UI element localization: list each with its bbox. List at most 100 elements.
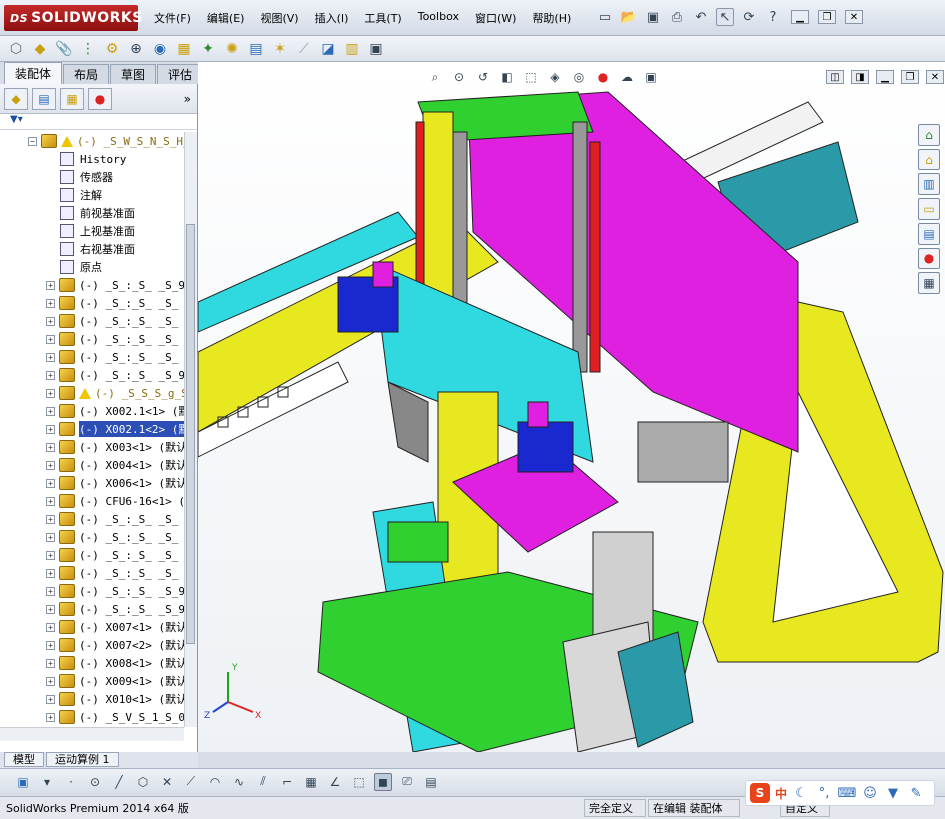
menu-item[interactable]: 帮助(H) bbox=[524, 10, 579, 26]
save-small-icon[interactable]: ▣ bbox=[14, 773, 32, 791]
collapse-icon[interactable]: − bbox=[28, 136, 37, 146]
tree-root[interactable]: − (-) _S_W_S_N_S_H_ bbox=[0, 132, 184, 150]
grid-icon[interactable]: ▦ bbox=[302, 773, 320, 791]
zoom-area-icon[interactable]: ⊙ bbox=[450, 69, 468, 85]
feature-tree-tab-icon[interactable]: ◆ bbox=[4, 87, 28, 110]
cm-tab[interactable]: 装配体 bbox=[4, 62, 63, 84]
viewport-restore-button[interactable]: ❐ bbox=[901, 70, 919, 84]
expand-icon[interactable]: + bbox=[46, 334, 55, 344]
sogou-logo-icon[interactable]: S bbox=[750, 783, 770, 803]
reference-geometry-icon[interactable]: ✦ bbox=[198, 39, 218, 59]
take-snapshot-icon[interactable]: ▣ bbox=[366, 39, 386, 59]
tree-item[interactable]: + (-) _S_V_S_1_S_0_ bbox=[0, 708, 184, 726]
tree-item[interactable]: + (-) _S_:_S_ _S_ bbox=[0, 330, 184, 348]
app-logo[interactable]: DS SOLIDWORKS bbox=[4, 5, 142, 31]
viewport-minimize-button[interactable]: ▁ bbox=[876, 70, 894, 84]
apply-scene-icon[interactable]: ☁ bbox=[618, 69, 636, 85]
circle-icon[interactable]: ⊙ bbox=[86, 773, 104, 791]
tree-item[interactable]: History bbox=[0, 150, 184, 168]
rebuild-icon[interactable]: ⟳ bbox=[740, 8, 758, 26]
tree-item[interactable]: + (-) _S_:_S_ _S_9_ bbox=[0, 276, 184, 294]
skin-icon[interactable]: ▼ bbox=[884, 784, 902, 802]
angle-icon[interactable]: ∠ bbox=[326, 773, 344, 791]
graphics-area[interactable]: Y X Z ⌕ ⊙ ↺ ◧ ⬚ ◈ ◎ ● ☁ ▣ ◫ ◨ ▁ ❐ ✕ bbox=[198, 62, 945, 752]
expand-icon[interactable]: + bbox=[46, 712, 55, 722]
expand-icon[interactable]: + bbox=[46, 442, 55, 452]
instant3d-icon[interactable]: ◪ bbox=[318, 39, 338, 59]
tree-horizontal-scrollbar[interactable] bbox=[0, 727, 184, 741]
tree-item[interactable]: + (-) X010<1> (默认 bbox=[0, 690, 184, 708]
viewport-link-icon[interactable]: ◨ bbox=[851, 70, 869, 84]
undo-icon[interactable]: ↶ bbox=[692, 8, 710, 26]
viewport-close-button[interactable]: ✕ bbox=[926, 70, 944, 84]
wrench-icon[interactable]: ✎ bbox=[907, 784, 925, 802]
menu-item[interactable]: 编辑(E) bbox=[199, 10, 253, 26]
expand-icon[interactable]: + bbox=[46, 370, 55, 380]
dropdown-icon[interactable]: ▾ bbox=[38, 773, 56, 791]
move-component-icon[interactable]: ⊕ bbox=[126, 39, 146, 59]
save-icon[interactable]: ▣ bbox=[644, 8, 662, 26]
file-explorer-icon[interactable]: ▥ bbox=[918, 173, 940, 196]
expand-icon[interactable]: + bbox=[46, 406, 55, 416]
cube-icon[interactable]: ⬚ bbox=[350, 773, 368, 791]
bill-of-materials-icon[interactable]: ▤ bbox=[246, 39, 266, 59]
expand-icon[interactable]: + bbox=[46, 424, 55, 434]
exploded-view-icon[interactable]: ✶ bbox=[270, 39, 290, 59]
open-folder-icon[interactable]: 📂 bbox=[620, 8, 638, 26]
previous-view-icon[interactable]: ↺ bbox=[474, 69, 492, 85]
expand-icon[interactable]: + bbox=[46, 298, 55, 308]
tree-item[interactable]: 传感器 bbox=[0, 168, 184, 186]
viewport-split-icon[interactable]: ◫ bbox=[826, 70, 844, 84]
tree-item[interactable]: + (-) _S_:_S_ _S_ bbox=[0, 312, 184, 330]
design-library-icon[interactable]: ⌂ bbox=[918, 148, 940, 171]
filter-icon[interactable]: ▼▾ bbox=[10, 114, 23, 125]
trim-icon[interactable]: ✕ bbox=[158, 773, 176, 791]
close-button[interactable]: ✕ bbox=[845, 10, 863, 24]
menu-item[interactable]: Toolbox bbox=[410, 10, 467, 26]
tree-item[interactable]: + (-) CFU6-16<1> ( bbox=[0, 492, 184, 510]
tree-item[interactable]: + (-) _S_:_S_ _S_ bbox=[0, 546, 184, 564]
expand-icon[interactable]: + bbox=[46, 388, 55, 398]
select-arrow-icon[interactable]: ↖ bbox=[716, 8, 734, 26]
tree-item[interactable]: 原点 bbox=[0, 258, 184, 276]
tree-item[interactable]: + (-) _S_:_S_ _S_9_ bbox=[0, 366, 184, 384]
view-palette-icon[interactable]: ▭ bbox=[918, 198, 940, 220]
point-icon[interactable]: · bbox=[62, 773, 80, 791]
tree-item[interactable]: + (-) _S_:_S_ _S_ bbox=[0, 528, 184, 546]
expand-icon[interactable]: + bbox=[46, 352, 55, 362]
expand-icon[interactable]: + bbox=[46, 622, 55, 632]
expand-icon[interactable]: + bbox=[46, 586, 55, 596]
punctuation-icon[interactable]: °, bbox=[815, 784, 833, 802]
extend-icon[interactable]: ⟋ bbox=[182, 773, 200, 791]
search-icon[interactable]: ▤ bbox=[918, 222, 940, 245]
camera-icon[interactable]: ⎚ bbox=[398, 773, 416, 791]
tree-item[interactable]: + (-) X002.1<1> (默 bbox=[0, 402, 184, 420]
filter-bar[interactable]: ▼▾ bbox=[0, 114, 197, 130]
tree-item[interactable]: + (-) _S_:_S_ _S_ bbox=[0, 510, 184, 528]
expand-icon[interactable]: + bbox=[46, 568, 55, 578]
polygon-icon[interactable]: ⬡ bbox=[134, 773, 152, 791]
expand-icon[interactable]: + bbox=[46, 514, 55, 524]
tree-item[interactable]: + (-) _S_:_S_ _S_9_ bbox=[0, 600, 184, 618]
menu-item[interactable]: 视图(V) bbox=[252, 10, 306, 26]
new-part-icon[interactable]: ◆ bbox=[30, 39, 50, 59]
tree-item[interactable]: + (-) X007<2> (默认 bbox=[0, 636, 184, 654]
tree-item[interactable]: 上视基准面 bbox=[0, 222, 184, 240]
spline-icon[interactable]: ∿ bbox=[230, 773, 248, 791]
shaded-cube-icon[interactable]: ◼ bbox=[374, 772, 392, 791]
hide-show-items-icon[interactable]: ◎ bbox=[570, 69, 588, 85]
tree-item[interactable]: 前视基准面 bbox=[0, 204, 184, 222]
expand-icon[interactable]: + bbox=[46, 694, 55, 704]
property-manager-tab-icon[interactable]: ▤ bbox=[32, 87, 56, 110]
explode-line-icon[interactable]: ⟋ bbox=[294, 39, 314, 59]
expand-icon[interactable]: + bbox=[46, 478, 55, 488]
menu-item[interactable]: 插入(I) bbox=[307, 10, 357, 26]
new-document-icon[interactable]: ▭ bbox=[596, 8, 614, 26]
expand-icon[interactable]: + bbox=[46, 460, 55, 470]
tree-scroll-thumb[interactable] bbox=[186, 224, 195, 644]
cm-tab[interactable]: 评估 bbox=[157, 64, 204, 84]
corner-icon[interactable]: ⌐ bbox=[278, 773, 296, 791]
expand-icon[interactable]: + bbox=[46, 676, 55, 686]
bottom-tab[interactable]: 模型 bbox=[4, 752, 44, 767]
user-icon[interactable]: ☺ bbox=[861, 784, 879, 802]
